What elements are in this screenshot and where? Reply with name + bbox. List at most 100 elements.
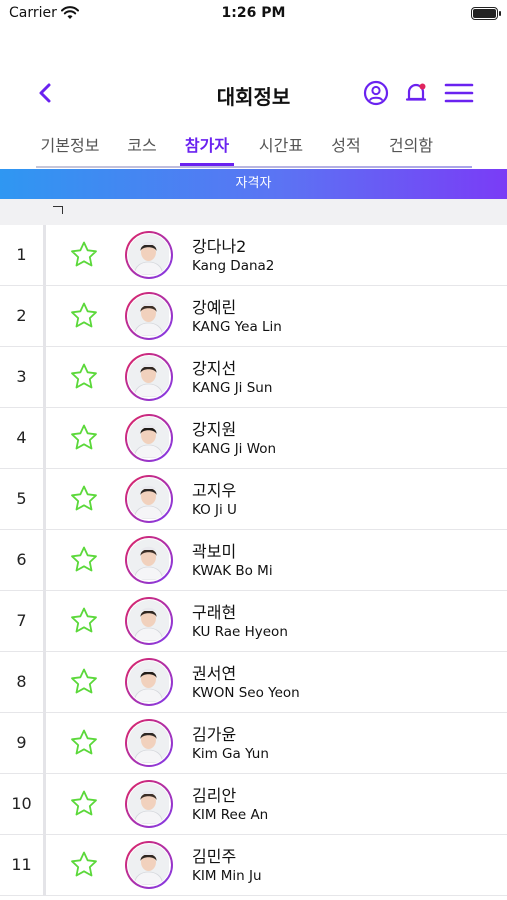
player-name-korean: 강지선 (192, 359, 237, 378)
battery-icon (471, 7, 501, 20)
player-avatar (125, 719, 173, 767)
tab-bar: 기본정보 코스 참가자 시간표 성적 건의함 (0, 126, 507, 168)
player-row[interactable]: 4 강지원 KANG Ji Won (0, 408, 507, 469)
player-photo-icon (128, 417, 169, 458)
favorite-star-icon[interactable] (69, 545, 99, 575)
player-name-english: Kim Ga Yun (192, 746, 269, 762)
player-name-english: KU Rae Hyeon (192, 624, 288, 640)
player-name-korean: 강지원 (192, 420, 237, 439)
rank-divider (43, 347, 46, 408)
player-avatar (125, 658, 173, 706)
player-avatar (125, 414, 173, 462)
player-name-english: KWON Seo Yeon (192, 685, 300, 701)
favorite-star-icon[interactable] (69, 728, 99, 758)
favorite-star-icon[interactable] (69, 850, 99, 880)
tab-results[interactable]: 성적 (327, 132, 365, 156)
player-name-korean: 김리안 (192, 786, 237, 805)
player-name-english: KO Ji U (192, 502, 237, 518)
tab-participants[interactable]: 참가자 (180, 132, 234, 156)
player-avatar (125, 780, 173, 828)
player-photo-icon (128, 783, 169, 824)
banner-label: 자격자 (235, 176, 272, 191)
player-rank: 11 (11, 855, 32, 874)
favorite-star-icon[interactable] (69, 667, 99, 697)
tab-course[interactable]: 코스 (123, 132, 161, 156)
player-photo-icon (128, 844, 169, 885)
user-circle-icon (363, 80, 389, 106)
tabs-divider (36, 166, 472, 168)
player-photo-icon (128, 600, 169, 641)
player-avatar (125, 353, 173, 401)
player-avatar (125, 597, 173, 645)
favorite-star-icon[interactable] (69, 240, 99, 270)
player-name-korean: 김가윤 (192, 725, 237, 744)
player-name-english: KIM Min Ju (192, 868, 262, 884)
player-row[interactable]: 8 권서연 KWON Seo Yeon (0, 652, 507, 713)
player-photo-icon (128, 539, 169, 580)
player-name-english: KWAK Bo Mi (192, 563, 273, 579)
player-name-korean: 곽보미 (192, 542, 237, 561)
favorite-star-icon[interactable] (69, 423, 99, 453)
favorite-star-icon[interactable] (69, 362, 99, 392)
player-row[interactable]: 1 강다나2 Kang Dana2 (0, 225, 507, 286)
rank-divider (43, 286, 46, 347)
player-name-korean: 강예린 (192, 298, 237, 317)
player-photo-icon (128, 356, 169, 397)
player-name-english: Kang Dana2 (192, 258, 275, 274)
player-name-korean: 권서연 (192, 664, 237, 683)
player-photo-icon (128, 478, 169, 519)
player-row[interactable]: 11 김민주 KIM Min Ju (0, 835, 507, 896)
player-avatar (125, 841, 173, 889)
tab-schedule[interactable]: 시간표 (254, 132, 308, 156)
player-name-english: KIM Ree An (192, 807, 269, 823)
player-row[interactable]: 2 강예린 KANG Yea Lin (0, 286, 507, 347)
menu-button[interactable] (443, 78, 475, 108)
favorite-star-icon[interactable] (69, 606, 99, 636)
rank-divider (43, 225, 46, 286)
player-rank: 9 (16, 733, 27, 752)
profile-button[interactable] (361, 78, 391, 108)
player-rank: 2 (16, 306, 27, 325)
favorite-star-icon[interactable] (69, 484, 99, 514)
player-rank: 4 (16, 428, 27, 447)
player-row[interactable]: 10 김리안 KIM Ree An (0, 774, 507, 835)
player-avatar (125, 292, 173, 340)
player-rank: 10 (11, 794, 32, 813)
rank-divider (43, 713, 46, 774)
tab-basic-info[interactable]: 기본정보 (36, 132, 104, 156)
player-name-korean: 고지우 (192, 481, 237, 500)
favorite-star-icon[interactable] (69, 789, 99, 819)
player-photo-icon (128, 722, 169, 763)
qualifier-banner: 자격자 (0, 169, 507, 199)
rank-divider (43, 591, 46, 652)
player-rank: 1 (16, 245, 27, 264)
rank-divider (43, 835, 46, 896)
player-row[interactable]: 6 곽보미 KWAK Bo Mi (0, 530, 507, 591)
player-rank: 6 (16, 550, 27, 569)
player-name-english: KANG Ji Sun (192, 380, 273, 396)
player-row[interactable]: 3 강지선 KANG Ji Sun (0, 347, 507, 408)
player-photo-icon (128, 661, 169, 702)
player-rank: 8 (16, 672, 27, 691)
player-photo-icon (128, 234, 169, 275)
rank-divider (43, 408, 46, 469)
rank-divider (43, 530, 46, 591)
tab-suggestions[interactable]: 건의함 (384, 132, 438, 156)
player-row[interactable]: 5 고지우 KO Ji U (0, 469, 507, 530)
player-name-korean: 구래현 (192, 603, 237, 622)
active-tab-indicator (180, 163, 234, 166)
player-name-korean: 강다나2 (192, 237, 247, 256)
status-time: 1:26 PM (221, 5, 286, 21)
favorite-star-icon[interactable] (69, 301, 99, 331)
player-name-english: KANG Yea Lin (192, 319, 282, 335)
player-name-korean: 김민주 (192, 847, 237, 866)
bell-icon (405, 83, 427, 101)
player-row[interactable]: 9 김가윤 Kim Ga Yun (0, 713, 507, 774)
notification-button[interactable] (401, 78, 431, 108)
rank-divider (43, 652, 46, 713)
hamburger-menu-icon (444, 83, 474, 103)
player-avatar (125, 231, 173, 279)
player-row[interactable]: 7 구래현 KU Rae Hyeon (0, 591, 507, 652)
rank-divider (43, 469, 46, 530)
player-avatar (125, 475, 173, 523)
